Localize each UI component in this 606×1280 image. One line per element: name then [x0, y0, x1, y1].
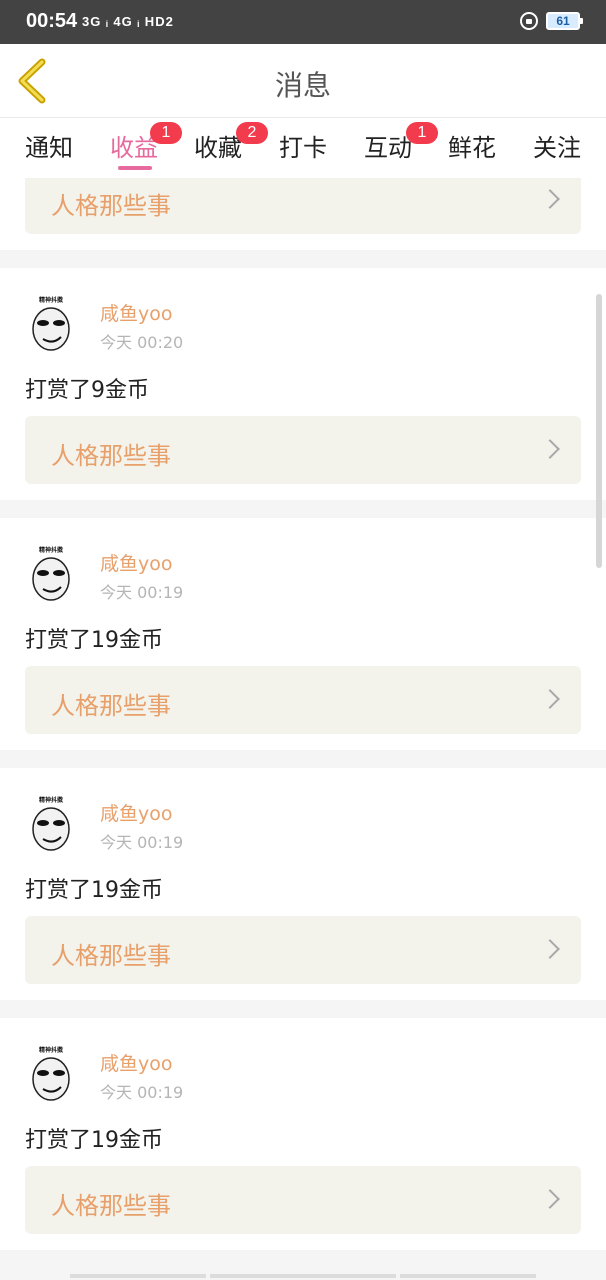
scrollbar[interactable]	[596, 294, 602, 568]
badge: 2	[236, 122, 268, 144]
timestamp: 今天 00:19	[100, 833, 184, 852]
avatar[interactable]: 精神抖擞	[25, 545, 77, 603]
message-card: 精神抖擞 咸鱼yoo 今天 00:19 打赏了19金币 人格那些事	[0, 518, 606, 750]
novel-title: 人格那些事	[51, 442, 171, 470]
tab-flowers[interactable]: 鲜花	[448, 128, 496, 163]
tab-label: 通知	[25, 134, 73, 162]
reward-message: 打赏了19金币	[25, 1128, 163, 1153]
tab-following[interactable]: 关注	[533, 128, 581, 163]
reward-message: 打赏了19金币	[25, 628, 163, 653]
chevron-right-icon	[540, 439, 560, 459]
tab-label: 收藏	[194, 134, 242, 162]
next-card-edge	[400, 1274, 536, 1278]
nav-bar: 消息	[0, 44, 606, 118]
username[interactable]: 咸鱼yoo	[100, 299, 173, 326]
novel-title: 人格那些事	[51, 1192, 171, 1220]
avatar[interactable]: 精神抖擞	[25, 295, 77, 353]
chevron-right-icon	[540, 189, 560, 209]
tab-checkin[interactable]: 打卡	[279, 128, 327, 163]
tab-label: 关注	[533, 134, 581, 162]
novel-title: 人格那些事	[51, 192, 171, 220]
tab-earnings[interactable]: 收益 1	[110, 122, 182, 163]
badge: 1	[150, 122, 182, 144]
tab-favorites[interactable]: 收藏 2	[194, 122, 268, 163]
battery-icon: 61	[546, 12, 583, 30]
message-card: 精神抖擞 咸鱼yoo 今天 00:19 打赏了19金币 人格那些事	[0, 768, 606, 1000]
category-tabs: 通知 收益 1 收藏 2 打卡 互动 1 鲜花 关注	[0, 118, 606, 178]
timestamp: 今天 00:20	[100, 333, 184, 352]
status-time: 00:54	[26, 10, 78, 32]
network-indicator: 3G ᵢ 4G ᵢ HD2	[82, 14, 174, 29]
message-card: 精神抖擞 咸鱼yoo 今天 00:19 打赏了19金币 人格那些事	[0, 1018, 606, 1250]
next-card-edge	[70, 1274, 206, 1278]
novel-title: 人格那些事	[51, 692, 171, 720]
reward-message: 打赏了19金币	[25, 878, 163, 903]
novel-link[interactable]: 人格那些事	[25, 178, 581, 234]
active-tab-indicator	[118, 166, 152, 170]
avatar-caption: 精神抖擞	[39, 796, 64, 804]
avatar-caption: 精神抖擞	[39, 546, 64, 554]
username[interactable]: 咸鱼yoo	[100, 1049, 173, 1076]
badge: 1	[406, 122, 438, 144]
tab-notice[interactable]: 通知	[25, 128, 73, 163]
chevron-right-icon	[540, 1189, 560, 1209]
timestamp: 今天 00:19	[100, 1083, 184, 1102]
avatar-caption: 精神抖擞	[39, 1046, 64, 1054]
tab-label: 互动	[364, 134, 412, 162]
status-icons: 61	[520, 12, 583, 30]
tab-label: 鲜花	[448, 134, 496, 162]
chevron-right-icon	[540, 689, 560, 709]
next-card-edge	[210, 1274, 396, 1278]
status-bar: 00:54 3G ᵢ 4G ᵢ HD2 61	[0, 0, 606, 44]
message-card: 精神抖擞 咸鱼yoo 今天 00:20 打赏了9金币 人格那些事	[0, 268, 606, 500]
novel-link[interactable]: 人格那些事	[25, 1166, 581, 1234]
avatar[interactable]: 精神抖擞	[25, 795, 77, 853]
novel-link[interactable]: 人格那些事	[25, 666, 581, 734]
username[interactable]: 咸鱼yoo	[100, 549, 173, 576]
message-feed[interactable]: 人格那些事 精神抖擞 咸鱼yoo 今天 00:20 打赏了9金币 人格那些事 精…	[0, 178, 606, 1280]
tab-interaction[interactable]: 互动 1	[364, 122, 438, 163]
message-card: 人格那些事	[0, 178, 606, 250]
username[interactable]: 咸鱼yoo	[100, 799, 173, 826]
avatar[interactable]: 精神抖擞	[25, 1045, 77, 1103]
rotation-lock-icon	[520, 12, 538, 30]
novel-link[interactable]: 人格那些事	[25, 916, 581, 984]
reward-message: 打赏了9金币	[25, 378, 149, 403]
chevron-right-icon	[540, 939, 560, 959]
tab-label: 打卡	[279, 134, 327, 162]
page-title: 消息	[274, 69, 331, 102]
timestamp: 今天 00:19	[100, 583, 184, 602]
avatar-caption: 精神抖擞	[39, 296, 64, 304]
novel-link[interactable]: 人格那些事	[25, 416, 581, 484]
novel-title: 人格那些事	[51, 942, 171, 970]
